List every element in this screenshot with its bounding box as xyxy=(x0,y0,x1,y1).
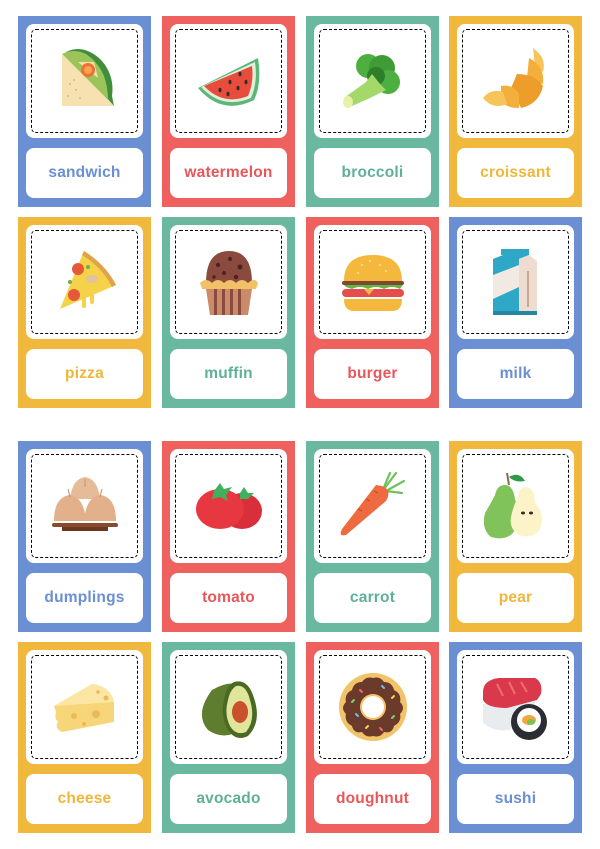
card-label: avocado xyxy=(170,774,287,824)
card-label: carrot xyxy=(314,573,431,623)
card-picture xyxy=(26,449,143,563)
flashcard-burger: burger xyxy=(306,217,439,408)
milk-icon xyxy=(493,249,537,315)
flashcard-muffin: muffin xyxy=(162,217,295,408)
watermelon-icon xyxy=(198,58,260,106)
broccoli-icon xyxy=(343,54,400,108)
card-picture xyxy=(26,650,143,764)
card-picture xyxy=(314,225,431,339)
doughnut-icon xyxy=(339,673,407,741)
avocado-icon xyxy=(201,681,257,738)
pear-icon xyxy=(483,472,543,539)
card-picture xyxy=(457,650,574,764)
card-label: muffin xyxy=(170,349,287,399)
flashcard-broccoli: broccoli xyxy=(306,16,439,207)
carrot-icon xyxy=(340,471,406,536)
card-label: watermelon xyxy=(170,148,287,198)
card-picture xyxy=(457,449,574,563)
flashcard-milk: milk xyxy=(449,217,582,408)
cheese-icon xyxy=(54,684,114,732)
sushi-icon xyxy=(483,678,547,740)
card-picture xyxy=(170,449,287,563)
flashcard-pizza: pizza xyxy=(18,217,151,408)
card-picture xyxy=(314,449,431,563)
card-picture xyxy=(26,225,143,339)
dumplings-icon xyxy=(52,477,118,531)
flashcard-watermelon: watermelon xyxy=(162,16,295,207)
muffin-icon xyxy=(200,251,258,315)
flashcard-sandwich: sandwich xyxy=(18,16,151,207)
card-label: dumplings xyxy=(26,573,143,623)
card-picture xyxy=(457,225,574,339)
card-picture xyxy=(314,650,431,764)
flashcard-doughnut: doughnut xyxy=(306,642,439,833)
card-label: broccoli xyxy=(314,148,431,198)
flashcard-cheese: cheese xyxy=(18,642,151,833)
flashcard-carrot: carrot xyxy=(306,441,439,632)
card-picture xyxy=(314,24,431,138)
card-picture xyxy=(170,650,287,764)
card-picture xyxy=(26,24,143,138)
flashcard-croissant: croissant xyxy=(449,16,582,207)
pizza-icon xyxy=(60,251,116,309)
card-label: sandwich xyxy=(26,148,143,198)
card-label: pizza xyxy=(26,349,143,399)
card-label: burger xyxy=(314,349,431,399)
card-picture xyxy=(170,225,287,339)
flashcard-pear: pear xyxy=(449,441,582,632)
card-label: croissant xyxy=(457,148,574,198)
card-label: sushi xyxy=(457,774,574,824)
card-label: pear xyxy=(457,573,574,623)
flashcard-avocado: avocado xyxy=(162,642,295,833)
flashcard-sushi: sushi xyxy=(449,642,582,833)
card-label: doughnut xyxy=(314,774,431,824)
sandwich-icon xyxy=(62,49,114,106)
croissant-icon xyxy=(483,48,544,108)
card-label: cheese xyxy=(26,774,143,824)
flashcard-tomato: tomato xyxy=(162,441,295,632)
card-label: tomato xyxy=(170,573,287,623)
card-label: milk xyxy=(457,349,574,399)
card-picture xyxy=(170,24,287,138)
flashcard-dumplings: dumplings xyxy=(18,441,151,632)
card-picture xyxy=(457,24,574,138)
burger-icon xyxy=(342,255,404,311)
tomato-icon xyxy=(196,483,262,529)
